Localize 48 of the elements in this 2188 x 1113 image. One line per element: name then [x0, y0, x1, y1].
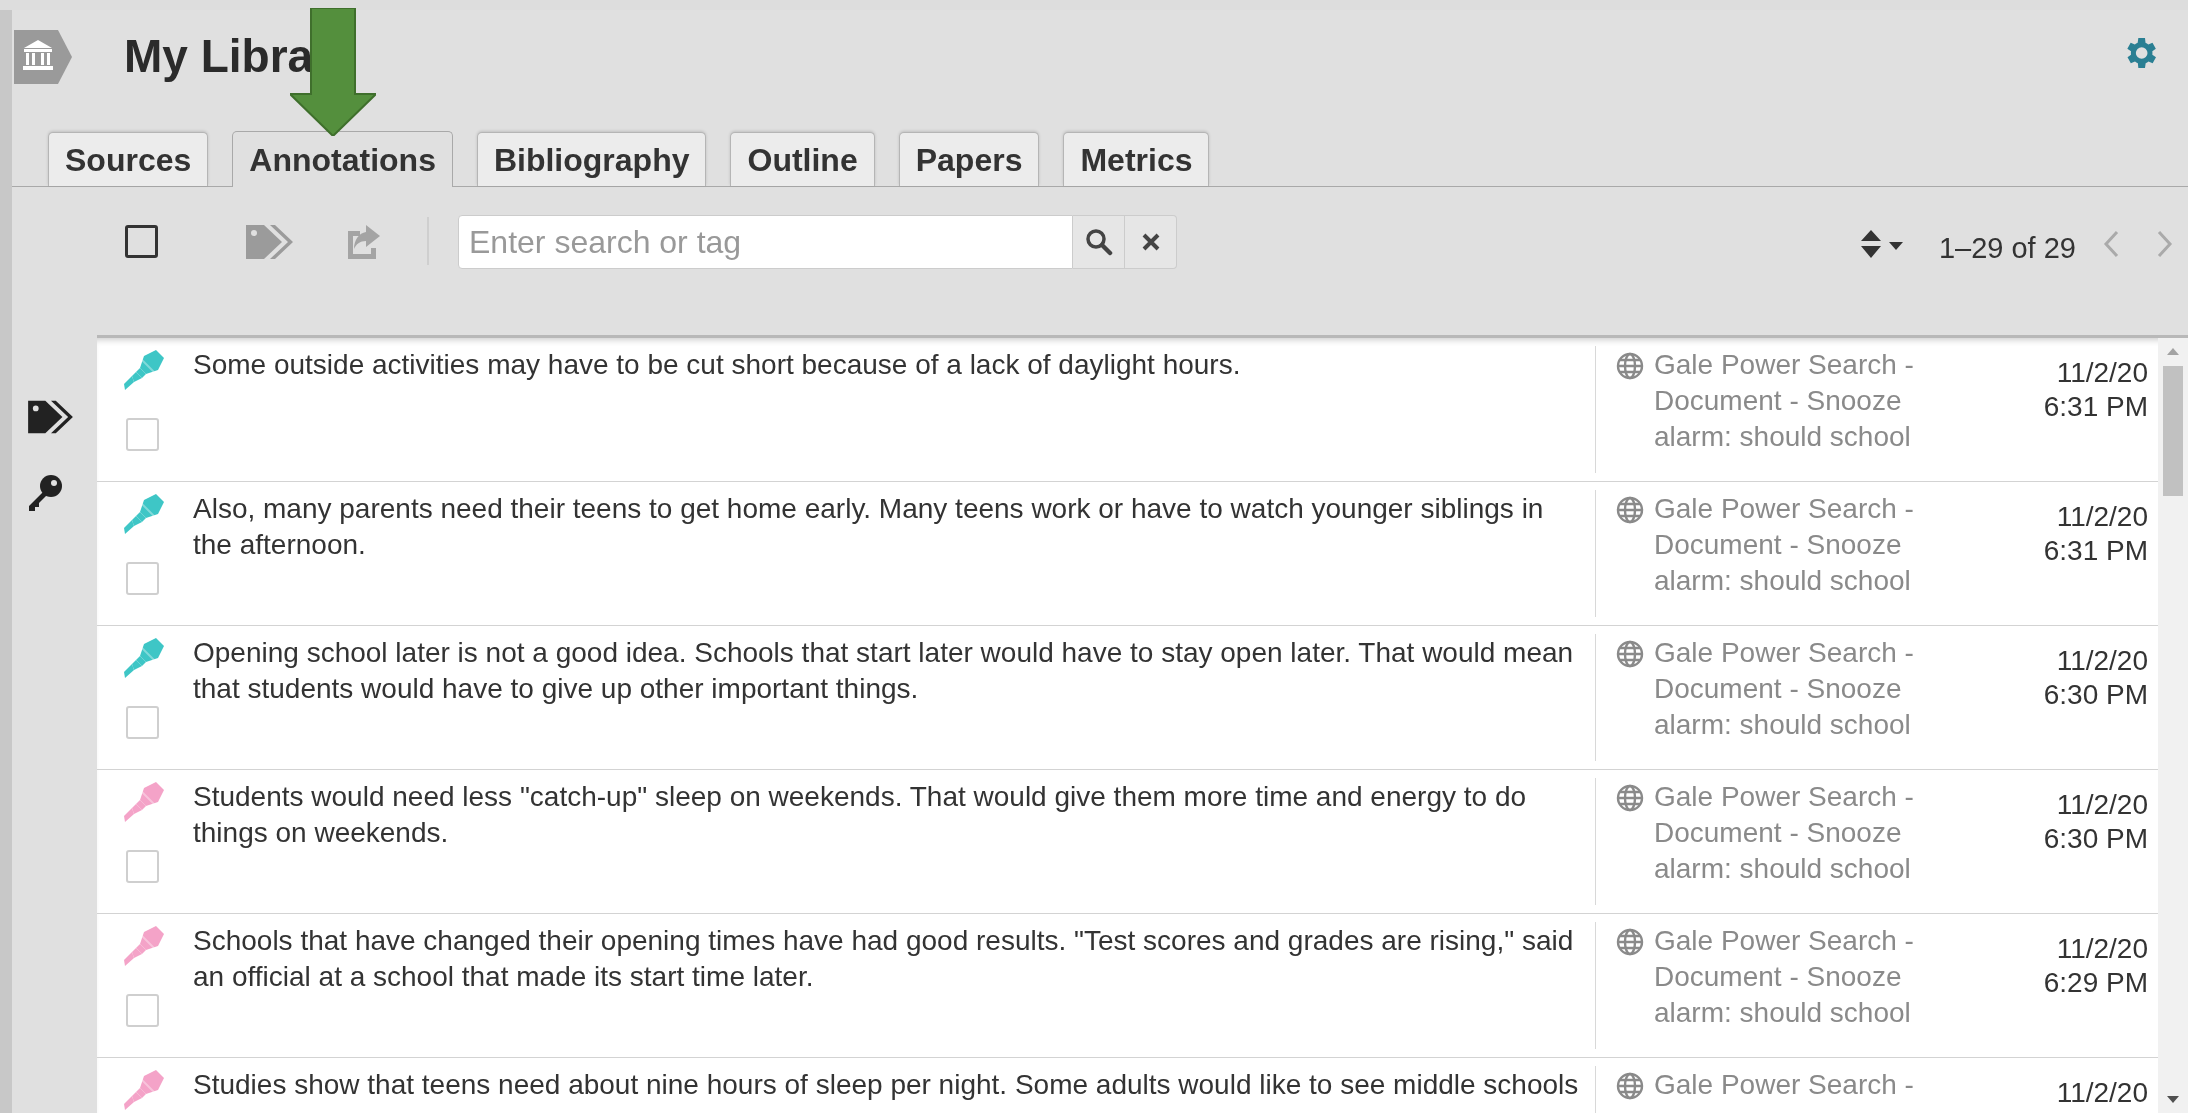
- annotation-text: Schools that have changed their opening times have had good results. "Test scores and grades are rising," said an official at a school that made its start time later.: [193, 924, 1575, 994]
- annotation-time: 6:30 PM: [2043, 822, 2148, 856]
- globe-icon: [1616, 784, 1644, 812]
- row-checkbox[interactable]: [126, 706, 159, 739]
- tab[interactable]: Sources: [48, 132, 209, 186]
- close-icon: [1140, 232, 1161, 252]
- row-checkbox[interactable]: [126, 562, 159, 595]
- next-page-icon[interactable]: [2156, 229, 2174, 259]
- annotation-text: Students would need less "catch-up" sleep on weekends. That would give them more time and energy to do things on weekends.: [193, 780, 1528, 850]
- scroll-down-icon[interactable]: [2166, 1095, 2180, 1105]
- globe-icon: [1616, 496, 1644, 524]
- annotation-date: 11/2/20: [2056, 1076, 2148, 1110]
- row-checkbox[interactable]: [126, 850, 159, 883]
- annotation-time: 6:31 PM: [2043, 390, 2148, 424]
- page-title: My Libra: [124, 29, 314, 84]
- scrollbar[interactable]: [2158, 338, 2188, 1113]
- search-field[interactable]: Enter search or tag: [458, 215, 1073, 269]
- globe-icon: [1616, 640, 1644, 668]
- annotation-text: Some outside activities may have to be cut short because of a lack of daylight hours.: [193, 348, 1242, 382]
- tab[interactable]: Annotations: [232, 131, 453, 187]
- annotation-date: 11/2/20: [2056, 932, 2148, 966]
- row-checkbox[interactable]: [126, 994, 159, 1027]
- select-all-checkbox[interactable]: [125, 225, 158, 258]
- previous-page-icon[interactable]: [2102, 229, 2120, 259]
- tab[interactable]: Bibliography: [476, 132, 707, 186]
- search-icon: [1084, 228, 1113, 256]
- globe-icon: [1616, 352, 1644, 380]
- pagination-label: 1–29 of 29: [1938, 231, 2076, 266]
- annotation-date: 11/2/20: [2056, 644, 2148, 678]
- annotation-time: 6:31 PM: [2043, 534, 2148, 568]
- annotation-time: 6:29 PM: [2043, 966, 2148, 1000]
- globe-icon: [1616, 1072, 1644, 1100]
- globe-icon: [1616, 928, 1644, 956]
- annotation-date: 11/2/20: [2056, 500, 2148, 534]
- scrollbar-thumb[interactable]: [2163, 366, 2183, 496]
- annotation-time: 6:30 PM: [2043, 678, 2148, 712]
- annotation-date: 11/2/20: [2056, 788, 2148, 822]
- scroll-up-icon[interactable]: [2166, 346, 2180, 356]
- tab[interactable]: Metrics: [1063, 132, 1210, 186]
- annotation-text: Opening school later is not a good idea. Schools that start later would have to stay open later. That would mean that students would have to give up other important things.: [193, 636, 1575, 706]
- clear-button[interactable]: [1125, 215, 1177, 269]
- row-checkbox[interactable]: [126, 418, 159, 451]
- tab[interactable]: Outline: [730, 132, 875, 186]
- annotation-text: Studies show that teens need about nine hours of sleep per night. Some adults would like to see middle schools: [193, 1068, 1580, 1102]
- tab[interactable]: Papers: [898, 132, 1040, 186]
- search-button[interactable]: [1073, 215, 1125, 269]
- annotation-text: Also, many parents need their teens to get home early. Many teens work or have to watch younger siblings in the afternoon.: [193, 492, 1545, 562]
- annotation-date: 11/2/20: [2056, 356, 2148, 390]
